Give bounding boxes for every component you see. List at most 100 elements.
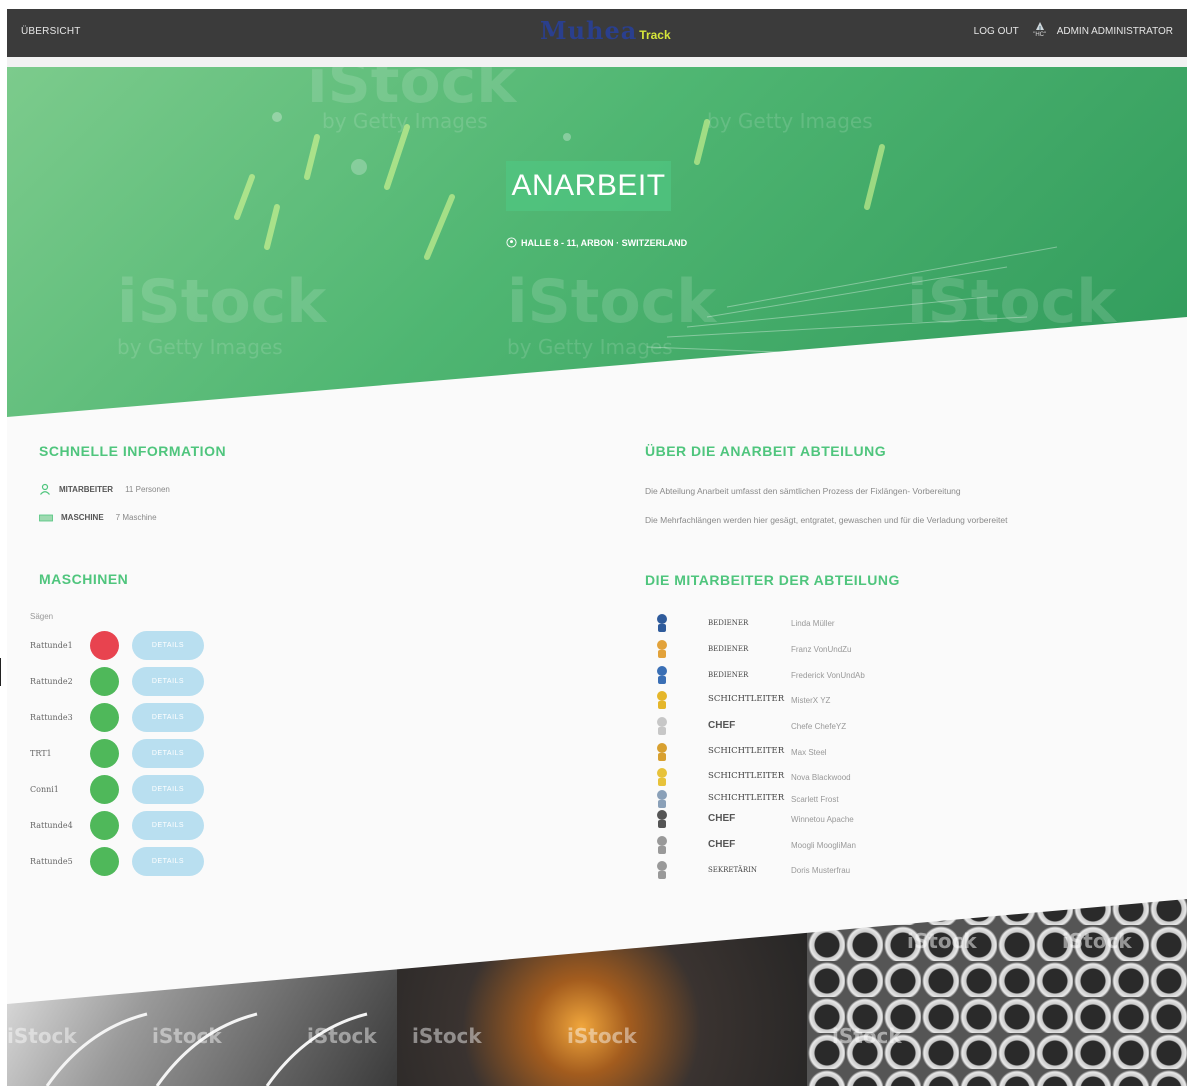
badge-avatar-icon	[657, 810, 667, 828]
staff-role: SCHICHTLEITER	[708, 746, 785, 756]
brand-sub-text: Track	[639, 28, 671, 42]
machine-row: Rattunde3 DETAILS	[30, 703, 230, 733]
staff-name: Winnetou Apache	[791, 815, 854, 824]
staff-name: Max Steel	[791, 748, 827, 757]
watermark-sub: by Getty Images	[117, 335, 283, 359]
watermark: iStock	[832, 1024, 902, 1048]
staff-role: SCHICHTLEITER	[708, 694, 785, 704]
staff-name: Linda Müller	[791, 619, 835, 628]
worker-helmet-icon	[657, 666, 667, 684]
staff-name: Doris Musterfrau	[791, 866, 851, 875]
avatar-initials: "HC"	[1033, 32, 1047, 38]
watermark: iStock	[152, 1024, 222, 1048]
watermark-sub: by Getty Images	[707, 109, 873, 133]
watermark: iStock	[907, 267, 1117, 337]
machine-name: Rattunde2	[30, 677, 73, 686]
watermark: iStock	[1062, 929, 1132, 953]
page: ÜBERSICHT Muhea Track LOG OUT "HC" ADMIN…	[7, 9, 1187, 1086]
staff-row: CHEF Moogli MoogliMan	[650, 835, 1050, 855]
staff-name: Franz VonUndZu	[791, 645, 852, 654]
machine-row: Rattunde2 DETAILS	[30, 667, 230, 697]
staff-role: SCHICHTLEITER	[708, 771, 785, 781]
details-button[interactable]: DETAILS	[132, 703, 204, 732]
staff-row: SEKRETÄRIN Doris Musterfrau	[650, 860, 1050, 880]
worker-small-icon	[657, 743, 667, 761]
bottom-image-band: iStock iStock iStock iStock iStock iStoc…	[7, 889, 1187, 1086]
staff-role: SCHICHTLEITER	[708, 793, 785, 803]
machine-status-indicator	[90, 703, 119, 732]
staff-role: BEDIENER	[708, 619, 749, 627]
staff-heading: DIE MITARBEITER DER ABTEILUNG	[645, 572, 900, 588]
machine-name: TRT1	[30, 749, 52, 758]
staff-row: SCHICHTLEITER Scarlett Frost	[650, 789, 1050, 809]
hero-title-box: ANARBEIT	[506, 161, 671, 211]
worker-hardhat-icon	[657, 691, 667, 709]
details-button[interactable]: DETAILS	[132, 811, 204, 840]
watermark: iStock	[117, 267, 327, 337]
machine-icon	[39, 514, 53, 521]
person-icon	[40, 483, 50, 495]
about-paragraph: Die Mehrfachlängen werden hier gesägt, e…	[645, 515, 1008, 525]
user-name[interactable]: ADMIN ADMINISTRATOR	[1057, 26, 1173, 37]
overview-link[interactable]: ÜBERSICHT	[21, 26, 81, 37]
staff-name: Scarlett Frost	[791, 795, 839, 804]
staff-name: Nova Blackwood	[791, 773, 851, 782]
staff-role: CHEF	[708, 813, 736, 824]
staff-row: SCHICHTLEITER Nova Blackwood	[650, 767, 1050, 787]
machine-status-indicator	[90, 847, 119, 876]
default-avatar-icon	[657, 861, 667, 879]
watermark: iStock	[7, 1024, 77, 1048]
location-pin-icon	[506, 237, 517, 248]
about-paragraph: Die Abteilung Anarbeit umfasst den sämtl…	[645, 486, 961, 496]
staff-name: MisterX YZ	[791, 696, 831, 705]
staff-name: Chefe ChefeYZ	[791, 722, 847, 731]
navbar-strip	[7, 57, 1187, 67]
user-avatar[interactable]: "HC"	[1031, 20, 1049, 42]
info-value: 7 Maschine	[115, 513, 157, 522]
staff-row: SCHICHTLEITER Max Steel	[650, 742, 1050, 762]
details-button[interactable]: DETAILS	[132, 847, 204, 876]
machine-status-indicator	[90, 667, 119, 696]
staff-role: BEDIENER	[708, 671, 749, 679]
machine-name: Rattunde3	[30, 713, 73, 722]
worker-blue-icon	[657, 614, 667, 632]
machine-status-indicator	[90, 811, 119, 840]
watermark-sub: by Getty Images	[507, 335, 673, 359]
info-row-employees: MITARBEITER 11 Personen	[39, 483, 170, 495]
logo-small-icon	[657, 790, 667, 808]
machine-name: Rattunde4	[30, 821, 73, 830]
logout-link[interactable]: LOG OUT	[974, 26, 1019, 37]
staff-row: BEDIENER Linda Müller	[650, 613, 1050, 633]
machine-status-indicator	[90, 631, 119, 660]
machine-row: Rattunde5 DETAILS	[30, 847, 230, 877]
machines-heading: MASCHINEN	[39, 571, 129, 587]
default-avatar-icon	[657, 836, 667, 854]
staff-name: Moogli MoogliMan	[791, 841, 856, 850]
staff-role: BEDIENER	[708, 645, 749, 653]
watermark: iStock	[567, 1024, 637, 1048]
details-button[interactable]: DETAILS	[132, 775, 204, 804]
watermark-sub: by Getty Images	[322, 109, 488, 133]
machine-category: Sägen	[30, 612, 54, 621]
text-cursor	[0, 658, 1, 686]
details-button[interactable]: DETAILS	[132, 631, 204, 660]
staff-row: BEDIENER Frederick VonUndAb	[650, 665, 1050, 685]
page-title: ANARBEIT	[511, 169, 666, 202]
brand-logo[interactable]: Muhea Track	[540, 18, 671, 44]
location-text: HALLE 8 - 11, ARBON · SWITZERLAND	[521, 237, 688, 248]
staff-name: Frederick VonUndAb	[791, 671, 865, 680]
worker-yellow-icon	[657, 640, 667, 658]
machine-row: Rattunde4 DETAILS	[30, 811, 230, 841]
bottom-diagonal	[7, 889, 1187, 1086]
machine-row: TRT1 DETAILS	[30, 739, 230, 769]
info-value: 11 Personen	[125, 484, 170, 494]
top-navbar: ÜBERSICHT Muhea Track LOG OUT "HC" ADMIN…	[7, 9, 1187, 57]
quick-info-heading: SCHNELLE INFORMATION	[39, 443, 227, 459]
staff-row: BEDIENER Franz VonUndZu	[650, 639, 1050, 659]
machine-name: Rattunde5	[30, 857, 73, 866]
details-button[interactable]: DETAILS	[132, 667, 204, 696]
about-heading: ÜBER DIE ANARBEIT ABTEILUNG	[645, 443, 887, 459]
staff-role: SEKRETÄRIN	[708, 866, 758, 874]
staff-row: CHEF Winnetou Apache	[650, 809, 1050, 829]
details-button[interactable]: DETAILS	[132, 739, 204, 768]
